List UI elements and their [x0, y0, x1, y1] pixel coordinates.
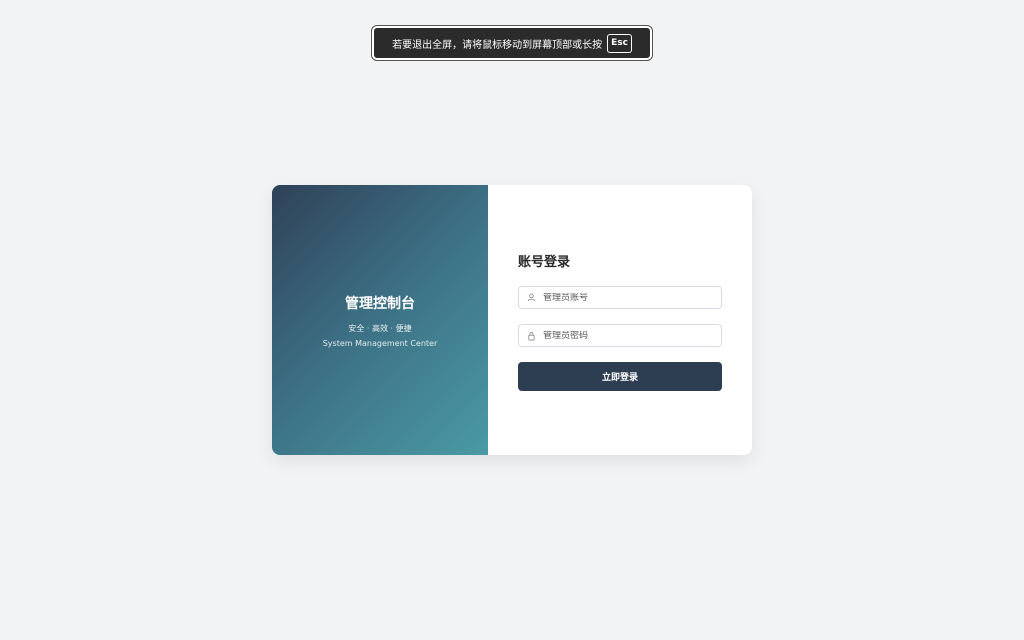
brand-title: 管理控制台 [345, 295, 415, 312]
login-card: 管理控制台 安全 · 高效 · 便捷 System Management Cen… [272, 185, 752, 455]
brand-subtitle-en: System Management Center [322, 338, 438, 348]
esc-key-badge: Esc [607, 33, 632, 53]
lock-icon [519, 331, 543, 341]
password-field[interactable] [518, 324, 722, 347]
username-input[interactable] [543, 292, 713, 303]
user-icon [519, 293, 543, 302]
fullscreen-exit-message: 若要退出全屏，请将鼠标移动到屏幕顶部或长按 [392, 39, 603, 51]
login-form: 账号登录 立即登录 [488, 185, 752, 455]
password-input[interactable] [543, 330, 713, 341]
username-field[interactable] [518, 286, 722, 309]
fullscreen-exit-banner: 若要退出全屏，请将鼠标移动到屏幕顶部或长按 Esc [371, 25, 653, 61]
brand-panel: 管理控制台 安全 · 高效 · 便捷 System Management Cen… [272, 185, 488, 455]
login-title: 账号登录 [518, 255, 571, 270]
brand-subtitle: 安全 · 高效 · 便捷 [348, 323, 412, 333]
login-button[interactable]: 立即登录 [518, 362, 722, 391]
